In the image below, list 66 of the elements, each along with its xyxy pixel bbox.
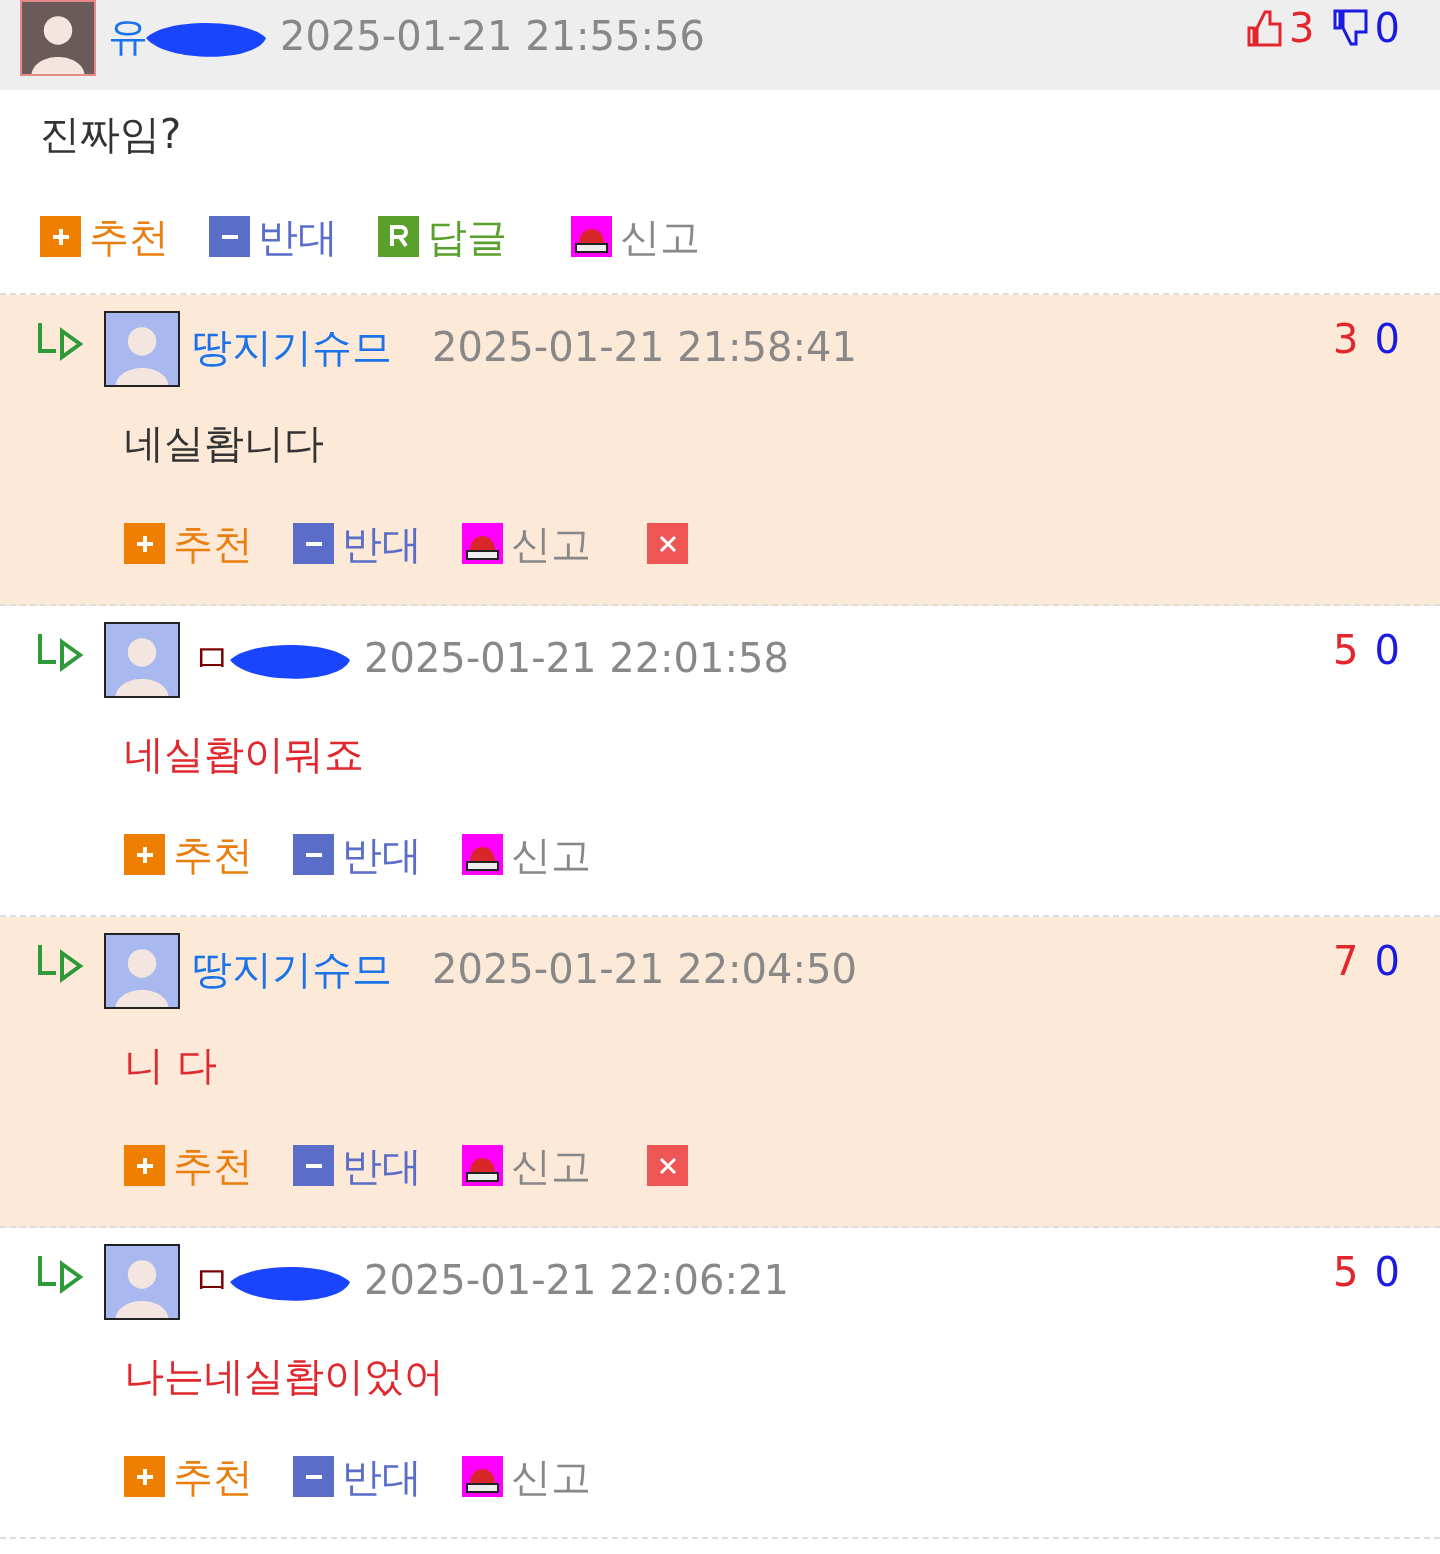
- comment-text: 니 다: [124, 1045, 218, 1085]
- upvote-count: 5: [1333, 630, 1359, 670]
- timestamp: 2025-01-21 22:01:58: [364, 638, 789, 678]
- avatar-icon: [104, 311, 180, 387]
- upvote-count: 3: [1333, 319, 1359, 359]
- comment-text: 진짜임?: [40, 114, 183, 154]
- report-button[interactable]: 신고: [462, 1145, 591, 1186]
- comment-text: 나는네실홥이었어: [124, 1356, 445, 1396]
- downvote-count: 0: [1374, 319, 1400, 359]
- oppose-button[interactable]: 반대: [293, 1145, 422, 1186]
- downvote-count: 0: [1374, 1252, 1400, 1292]
- avatar-icon: [20, 0, 96, 76]
- plus-icon: [124, 834, 165, 875]
- timestamp: 2025-01-21 21:55:56: [280, 16, 705, 56]
- plus-icon: [40, 216, 81, 257]
- user-name[interactable]: ㅁ: [192, 638, 232, 678]
- recommend-button[interactable]: 추천: [124, 523, 253, 564]
- minus-icon: [293, 1145, 334, 1186]
- recommend-button[interactable]: 추천: [124, 1145, 253, 1186]
- oppose-button[interactable]: 반대: [209, 216, 338, 257]
- minus-icon: [293, 1456, 334, 1497]
- report-button[interactable]: 신고: [462, 1456, 591, 1497]
- user-name[interactable]: ㅁ: [192, 1260, 232, 1300]
- upvote-count: 7: [1333, 941, 1359, 981]
- plus-icon: [124, 1145, 165, 1186]
- user-name[interactable]: 땅지기슈므: [192, 327, 392, 367]
- downvote-count: 0: [1374, 630, 1400, 670]
- comment-text: 네실홥니다: [124, 423, 325, 463]
- reply-icon: [378, 216, 419, 257]
- recommend-button[interactable]: 추천: [124, 834, 253, 875]
- report-button[interactable]: 신고: [462, 834, 591, 875]
- upvote-count: 5: [1333, 1252, 1359, 1292]
- user-name[interactable]: 땅지기슈므: [192, 949, 392, 989]
- recommend-button[interactable]: 추천: [40, 216, 169, 257]
- minus-icon: [293, 834, 334, 875]
- siren-icon: [462, 1456, 503, 1497]
- plus-icon: [124, 1456, 165, 1497]
- minus-icon: [293, 523, 334, 564]
- comment-text: 네실홥이뭐죠: [124, 734, 365, 774]
- timestamp: 2025-01-21 22:06:21: [364, 1260, 789, 1300]
- delete-button[interactable]: [647, 1145, 688, 1186]
- timestamp: 2025-01-21 21:58:41: [432, 327, 857, 367]
- reply-button[interactable]: 답글: [378, 216, 507, 257]
- timestamp: 2025-01-21 22:04:50: [432, 949, 857, 989]
- close-icon: [657, 533, 678, 554]
- siren-icon: [462, 1145, 503, 1186]
- report-button[interactable]: 신고: [571, 216, 700, 257]
- downvote-count: 0: [1374, 941, 1400, 981]
- report-button[interactable]: 신고: [462, 523, 591, 564]
- avatar-icon: [104, 933, 180, 1009]
- siren-icon: [571, 216, 612, 257]
- oppose-button[interactable]: 반대: [293, 523, 422, 564]
- recommend-button[interactable]: 추천: [124, 1456, 253, 1497]
- oppose-button[interactable]: 반대: [293, 834, 422, 875]
- minus-icon: [209, 216, 250, 257]
- upvote-count: 3: [1289, 8, 1315, 48]
- plus-icon: [124, 523, 165, 564]
- oppose-button[interactable]: 반대: [293, 1456, 422, 1497]
- close-icon: [657, 1155, 678, 1176]
- downvote-count: 0: [1374, 8, 1400, 48]
- siren-icon: [462, 523, 503, 564]
- user-name[interactable]: 유: [108, 16, 148, 56]
- avatar-icon: [104, 1244, 180, 1320]
- avatar-icon: [104, 622, 180, 698]
- siren-icon: [462, 834, 503, 875]
- delete-button[interactable]: [647, 523, 688, 564]
